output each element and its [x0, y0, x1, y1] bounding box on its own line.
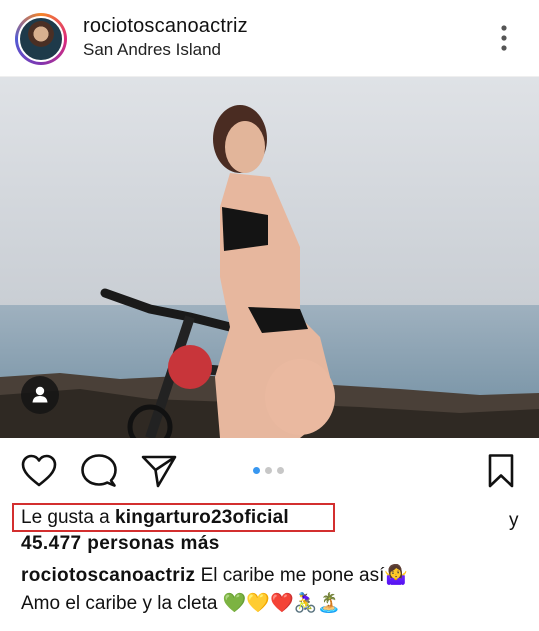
liked-by-user[interactable]: kingarturo23oficial: [115, 507, 289, 528]
caption-username[interactable]: rociotoscanoactriz: [21, 565, 195, 586]
person-tag-icon[interactable]: [21, 376, 59, 414]
paper-plane-icon[interactable]: [140, 453, 178, 489]
comment-icon[interactable]: [80, 453, 118, 489]
avatar[interactable]: [15, 13, 67, 65]
caption-text: El caribe me pone así🤷‍♀️: [195, 565, 409, 586]
action-bar: [0, 447, 539, 495]
post-location[interactable]: San Andres Island: [83, 40, 221, 60]
caption-line-2: Amo el caribe y la cleta 💚💛❤️🚴‍♀️🏝️: [21, 593, 341, 614]
avatar-image: [18, 16, 64, 62]
liked-by-conjunction: y: [509, 510, 519, 531]
heart-icon[interactable]: [20, 453, 58, 489]
post-photo[interactable]: [0, 77, 539, 438]
likes-count[interactable]: 45.477 personas más: [21, 533, 220, 555]
carousel-dot: [277, 467, 284, 474]
carousel-dot-active: [253, 467, 260, 474]
caption-line-1: rociotoscanoactriz El caribe me pone así…: [21, 563, 408, 587]
post-header: rociotoscanoactriz San Andres Island: [0, 0, 539, 77]
photo-illustration: [0, 77, 539, 438]
post-username[interactable]: rociotoscanoactriz: [83, 15, 248, 38]
carousel-indicator: [253, 467, 284, 474]
liked-by-line: Le gusta a kingarturo23oficial: [21, 507, 289, 529]
instagram-post: rociotoscanoactriz San Andres Island Le …: [0, 0, 539, 631]
bookmark-icon[interactable]: [487, 453, 515, 489]
liked-by-prefix: Le gusta a: [21, 507, 116, 528]
more-vertical-icon[interactable]: [494, 23, 514, 53]
carousel-dot: [265, 467, 272, 474]
person-tag-glyph: [32, 386, 48, 403]
